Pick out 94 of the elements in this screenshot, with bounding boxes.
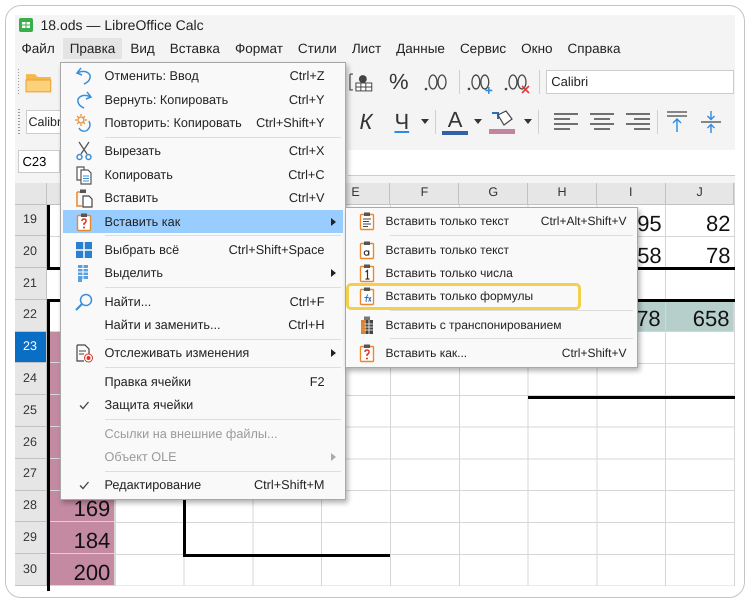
align-center-icon: [589, 110, 616, 132]
menu-item[interactable]: Отслеживать изменения: [62, 342, 342, 366]
shortcut-label: F2: [308, 374, 324, 389]
menu-item[interactable]: Вернуть: Копировать Ctrl+Y: [62, 88, 342, 112]
percent-button[interactable]: %: [385, 68, 413, 94]
caret-icon: [330, 218, 336, 226]
italic-button[interactable]: К: [356, 108, 376, 134]
menu-item[interactable]: Вставить только формулы: [348, 284, 578, 308]
menu-bar-item[interactable]: Сервис: [452, 38, 514, 59]
caret-icon: [524, 119, 532, 124]
shortcut-label: Ctrl+Y: [288, 92, 324, 107]
check-icon: [78, 479, 90, 492]
caret-icon: [330, 349, 336, 358]
shortcut-label: Ctrl+Shift+M: [252, 478, 324, 492]
shortcut-label: Ctrl+Shift+V: [560, 346, 626, 360]
menu-item[interactable]: Вставить как... Ctrl+Shift+V: [348, 341, 634, 365]
menu-item[interactable]: Вставить только числа: [348, 261, 634, 285]
caret-icon: [474, 119, 482, 124]
font-color-button[interactable]: A: [442, 108, 468, 134]
shortcut-label: Ctrl+X: [288, 144, 324, 158]
menu-bar-item[interactable]: Правка: [62, 38, 122, 59]
menu-item[interactable]: Вставить как: [62, 210, 342, 234]
undo-icon: [74, 66, 94, 86]
paste-icon: [74, 188, 94, 208]
menu-bar-item[interactable]: Файл: [14, 38, 62, 59]
menu-item[interactable]: Отменить: Ввод Ctrl+Z: [62, 64, 342, 88]
column-header[interactable]: G: [459, 182, 528, 204]
menu-item[interactable]: Выделить: [62, 262, 342, 286]
repeat-icon: [74, 112, 94, 133]
caret-icon: [330, 269, 336, 278]
menu-item[interactable]: Вставить только текст Ctrl+Alt+Shift+V: [348, 210, 634, 233]
row-header[interactable]: 27: [14, 458, 46, 491]
menu-item[interactable]: Повторить: Копировать Ctrl+Shift+Y: [62, 111, 342, 135]
row-header[interactable]: 29: [14, 522, 46, 554]
menu-item[interactable]: Выбрать всё Ctrl+Shift+Space: [62, 238, 342, 262]
table-cell-text: 58: [636, 242, 663, 268]
menu-item[interactable]: Найти и заменить... Ctrl+H: [62, 313, 342, 337]
shortcut-label: Ctrl+V: [288, 191, 324, 206]
align-top-icon: [666, 110, 688, 134]
row-header[interactable]: 28: [14, 490, 46, 522]
menu-item[interactable]: Вставить только текст: [348, 238, 634, 262]
column-header[interactable]: J: [666, 182, 734, 204]
menu-item[interactable]: Вырезать Ctrl+X: [62, 140, 342, 164]
menu-bar-item[interactable]: Вставка: [162, 38, 227, 59]
copy-icon: [74, 164, 94, 185]
window-title: 18.ods — LibreOffice Calc: [40, 17, 204, 33]
menu-bar-item[interactable]: Окно: [514, 38, 560, 59]
table-cell-text: 78: [704, 242, 732, 268]
caret-icon: [330, 453, 336, 462]
shortcut-label: Ctrl+H: [287, 318, 324, 332]
row-header[interactable]: 23: [14, 332, 46, 364]
align-left-icon: [553, 110, 580, 132]
table-cell-text: 82: [704, 210, 732, 236]
highlighter-icon: [488, 108, 516, 134]
menu-bar-item[interactable]: Вид: [123, 38, 162, 59]
row-header[interactable]: 21: [14, 268, 46, 300]
menu-bar-item[interactable]: Формат: [228, 38, 290, 59]
name-box[interactable]: C23: [18, 150, 60, 172]
scissors-icon: [74, 141, 94, 162]
formula-input[interactable]: [348, 150, 734, 176]
document-record-icon: [74, 343, 94, 364]
menu-bar-item[interactable]: Лист: [344, 38, 388, 59]
shortcut-label: Ctrl+Shift+Y: [255, 116, 324, 130]
column-header[interactable]: H: [528, 182, 597, 204]
column-header[interactable]: I: [596, 182, 666, 204]
spreadsheet-icon: [18, 18, 32, 32]
menu-item[interactable]: Найти... Ctrl+F: [62, 290, 342, 314]
shortcut-label: Ctrl+Z: [288, 69, 324, 84]
font-name-field[interactable]: Calibri: [546, 70, 734, 94]
row-header[interactable]: 30: [14, 554, 46, 586]
row-header[interactable]: 24: [14, 363, 46, 396]
align-middle-icon: [700, 110, 722, 134]
select-all-corner[interactable]: [14, 182, 46, 204]
row-header[interactable]: 19: [14, 204, 46, 236]
menu-bar-item[interactable]: Данные: [389, 38, 452, 59]
check-icon: [78, 399, 90, 412]
menu-bar-item[interactable]: Справка: [560, 38, 628, 59]
row-header[interactable]: 20: [14, 236, 46, 268]
shortcut-label: Ctrl+C: [287, 168, 324, 182]
menu-bar-item[interactable]: Стили: [290, 38, 344, 59]
column-header[interactable]: F: [390, 182, 460, 204]
align-right-icon: [625, 110, 652, 132]
underline-button[interactable]: Ч: [390, 108, 414, 134]
grid-icon: [74, 240, 94, 260]
shortcut-label: Ctrl+F: [288, 294, 324, 309]
row-header[interactable]: 22: [14, 300, 46, 332]
search-icon: [74, 292, 94, 312]
shortcut-label: Ctrl+Alt+Shift+V: [540, 214, 626, 228]
row-header[interactable]: 26: [14, 427, 46, 459]
menu-item[interactable]: Защита ячейки: [62, 394, 342, 417]
row-header[interactable]: 25: [14, 395, 46, 428]
caret-icon: [421, 119, 430, 124]
menu-item[interactable]: Правка ячейки F2: [62, 370, 342, 394]
shortcut-label: Ctrl+Shift+Space: [228, 242, 324, 257]
